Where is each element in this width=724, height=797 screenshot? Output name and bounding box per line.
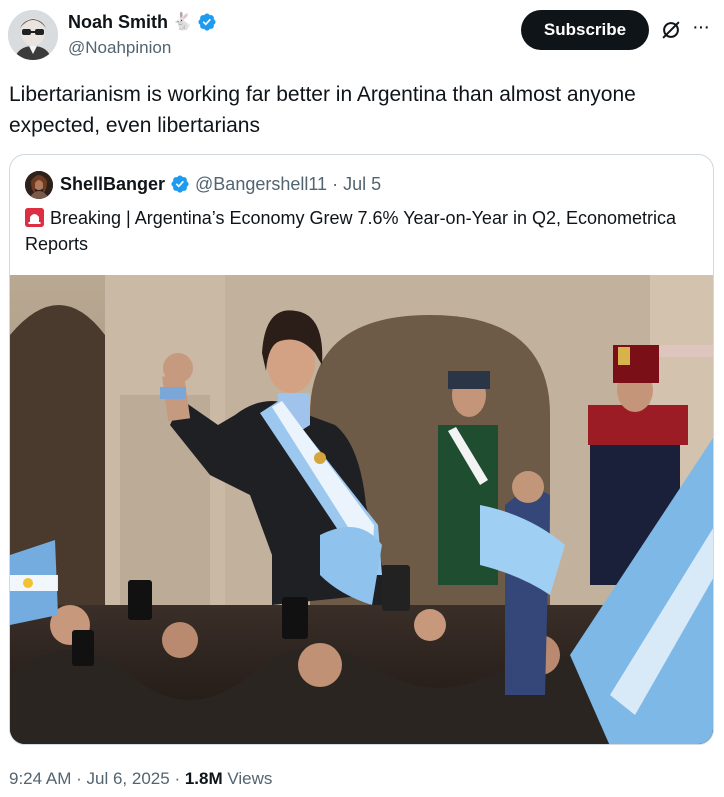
quoted-verified-badge-icon[interactable] bbox=[170, 174, 190, 194]
tweet-text: Libertarianism is working far better in … bbox=[9, 83, 636, 137]
grok-icon[interactable] bbox=[660, 19, 682, 41]
quoted-photo[interactable] bbox=[10, 275, 713, 744]
rabbit-emoji-icon: 🐇 bbox=[172, 12, 194, 31]
tweet-footer: 9:24 AM · Jul 6, 2025 · 1.8M Views bbox=[9, 768, 272, 790]
tweet-time[interactable]: 9:24 AM bbox=[9, 769, 71, 788]
author-name[interactable]: Noah Smith bbox=[68, 12, 168, 33]
quoted-avatar[interactable] bbox=[25, 171, 53, 199]
views-count[interactable]: 1.8M bbox=[185, 769, 223, 788]
author-avatar[interactable] bbox=[8, 10, 58, 60]
footer-separator-2: · bbox=[174, 769, 181, 788]
quoted-text: Breaking | Argentina’s Economy Grew 7.6%… bbox=[25, 205, 705, 257]
author-handle[interactable]: @Noahpinion bbox=[68, 37, 171, 59]
quoted-date[interactable]: Jul 5 bbox=[343, 174, 381, 195]
quoted-handle[interactable]: @Bangershell11 bbox=[195, 174, 327, 195]
subscribe-button[interactable]: Subscribe bbox=[521, 10, 649, 50]
verified-badge-icon[interactable] bbox=[197, 12, 217, 32]
footer-separator-1: · bbox=[76, 769, 82, 788]
quoted-tweet[interactable]: ShellBanger @Bangershell11 · Jul 5 Break… bbox=[9, 154, 714, 745]
tweet-date[interactable]: Jul 6, 2025 bbox=[87, 769, 170, 788]
siren-emoji-icon bbox=[25, 208, 44, 227]
quoted-separator: · bbox=[332, 173, 339, 194]
author-name-row[interactable]: Noah Smith 🐇 bbox=[68, 11, 217, 33]
quoted-text-body: Breaking | Argentina’s Economy Grew 7.6%… bbox=[25, 208, 677, 254]
views-label[interactable]: Views bbox=[227, 769, 272, 788]
quoted-header: ShellBanger @Bangershell11 · Jul 5 bbox=[60, 172, 381, 196]
quoted-name[interactable]: ShellBanger bbox=[60, 174, 165, 195]
more-icon[interactable]: ··· bbox=[692, 16, 710, 38]
